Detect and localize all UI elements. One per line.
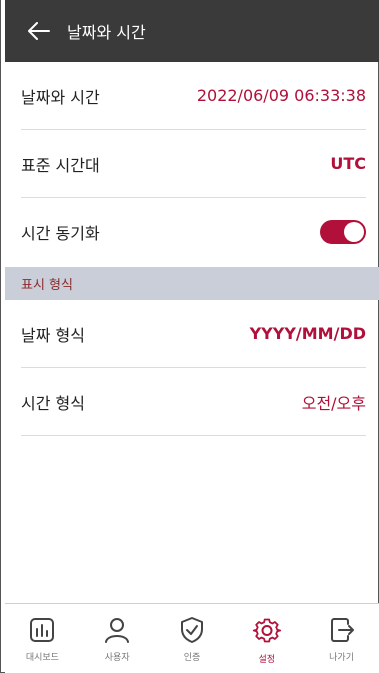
nav-settings[interactable]: 설정 — [230, 604, 304, 665]
timezone-label: 표준 시간대 — [21, 155, 100, 175]
nav-label: 인증 — [183, 653, 201, 663]
nav-label: 대시보드 — [25, 653, 59, 663]
nav-users[interactable]: 사용자 — [80, 604, 154, 663]
arrow-left-icon — [28, 22, 50, 40]
datetime-row[interactable]: 날짜와 시간 2022/06/09 06:33:38 — [21, 62, 366, 130]
section-title: 표시 형식 — [21, 278, 73, 293]
gear-icon — [252, 618, 281, 643]
nav-auth[interactable]: 인증 — [155, 604, 229, 663]
timezone-row[interactable]: 표준 시간대 UTC — [21, 130, 366, 198]
time-sync-label: 시간 동기화 — [21, 224, 100, 243]
section-header-display-format: 표시 형식 — [5, 267, 379, 300]
page-title: 날짜와 시간 — [67, 23, 146, 42]
datetime-label: 날짜와 시간 — [21, 87, 100, 107]
top-bar: 날짜와 시간 — [5, 0, 379, 62]
datetime-value: 2022/06/09 06:33:38 — [196, 86, 366, 105]
timezone-value: UTC — [330, 154, 366, 173]
nav-label: 설정 — [258, 655, 276, 665]
nav-exit[interactable]: 나가기 — [305, 604, 379, 663]
exit-icon — [330, 618, 354, 642]
date-format-label: 날짜 형식 — [21, 325, 85, 345]
user-icon — [105, 618, 130, 643]
time-sync-toggle[interactable] — [320, 220, 366, 244]
date-format-value: YYYY/MM/DD — [249, 324, 366, 343]
nav-label: 나가기 — [329, 653, 354, 663]
back-button[interactable] — [19, 11, 59, 51]
nav-dashboard[interactable]: 대시보드 — [5, 604, 79, 663]
time-format-row[interactable]: 시간 형식 오전/오후 — [21, 368, 366, 436]
time-format-label: 시간 형식 — [21, 393, 85, 413]
time-sync-row: 시간 동기화 — [21, 198, 366, 266]
time-format-value: 오전/오후 — [301, 393, 366, 413]
bottom-navigation: 대시보드 사용자 인증 설정 나가기 — [5, 603, 379, 673]
date-format-row[interactable]: 날짜 형식 YYYY/MM/DD — [21, 300, 366, 368]
shield-check-icon — [180, 617, 203, 643]
nav-label: 사용자 — [104, 653, 130, 663]
dashboard-icon — [30, 618, 55, 642]
toggle-knob — [344, 222, 364, 242]
